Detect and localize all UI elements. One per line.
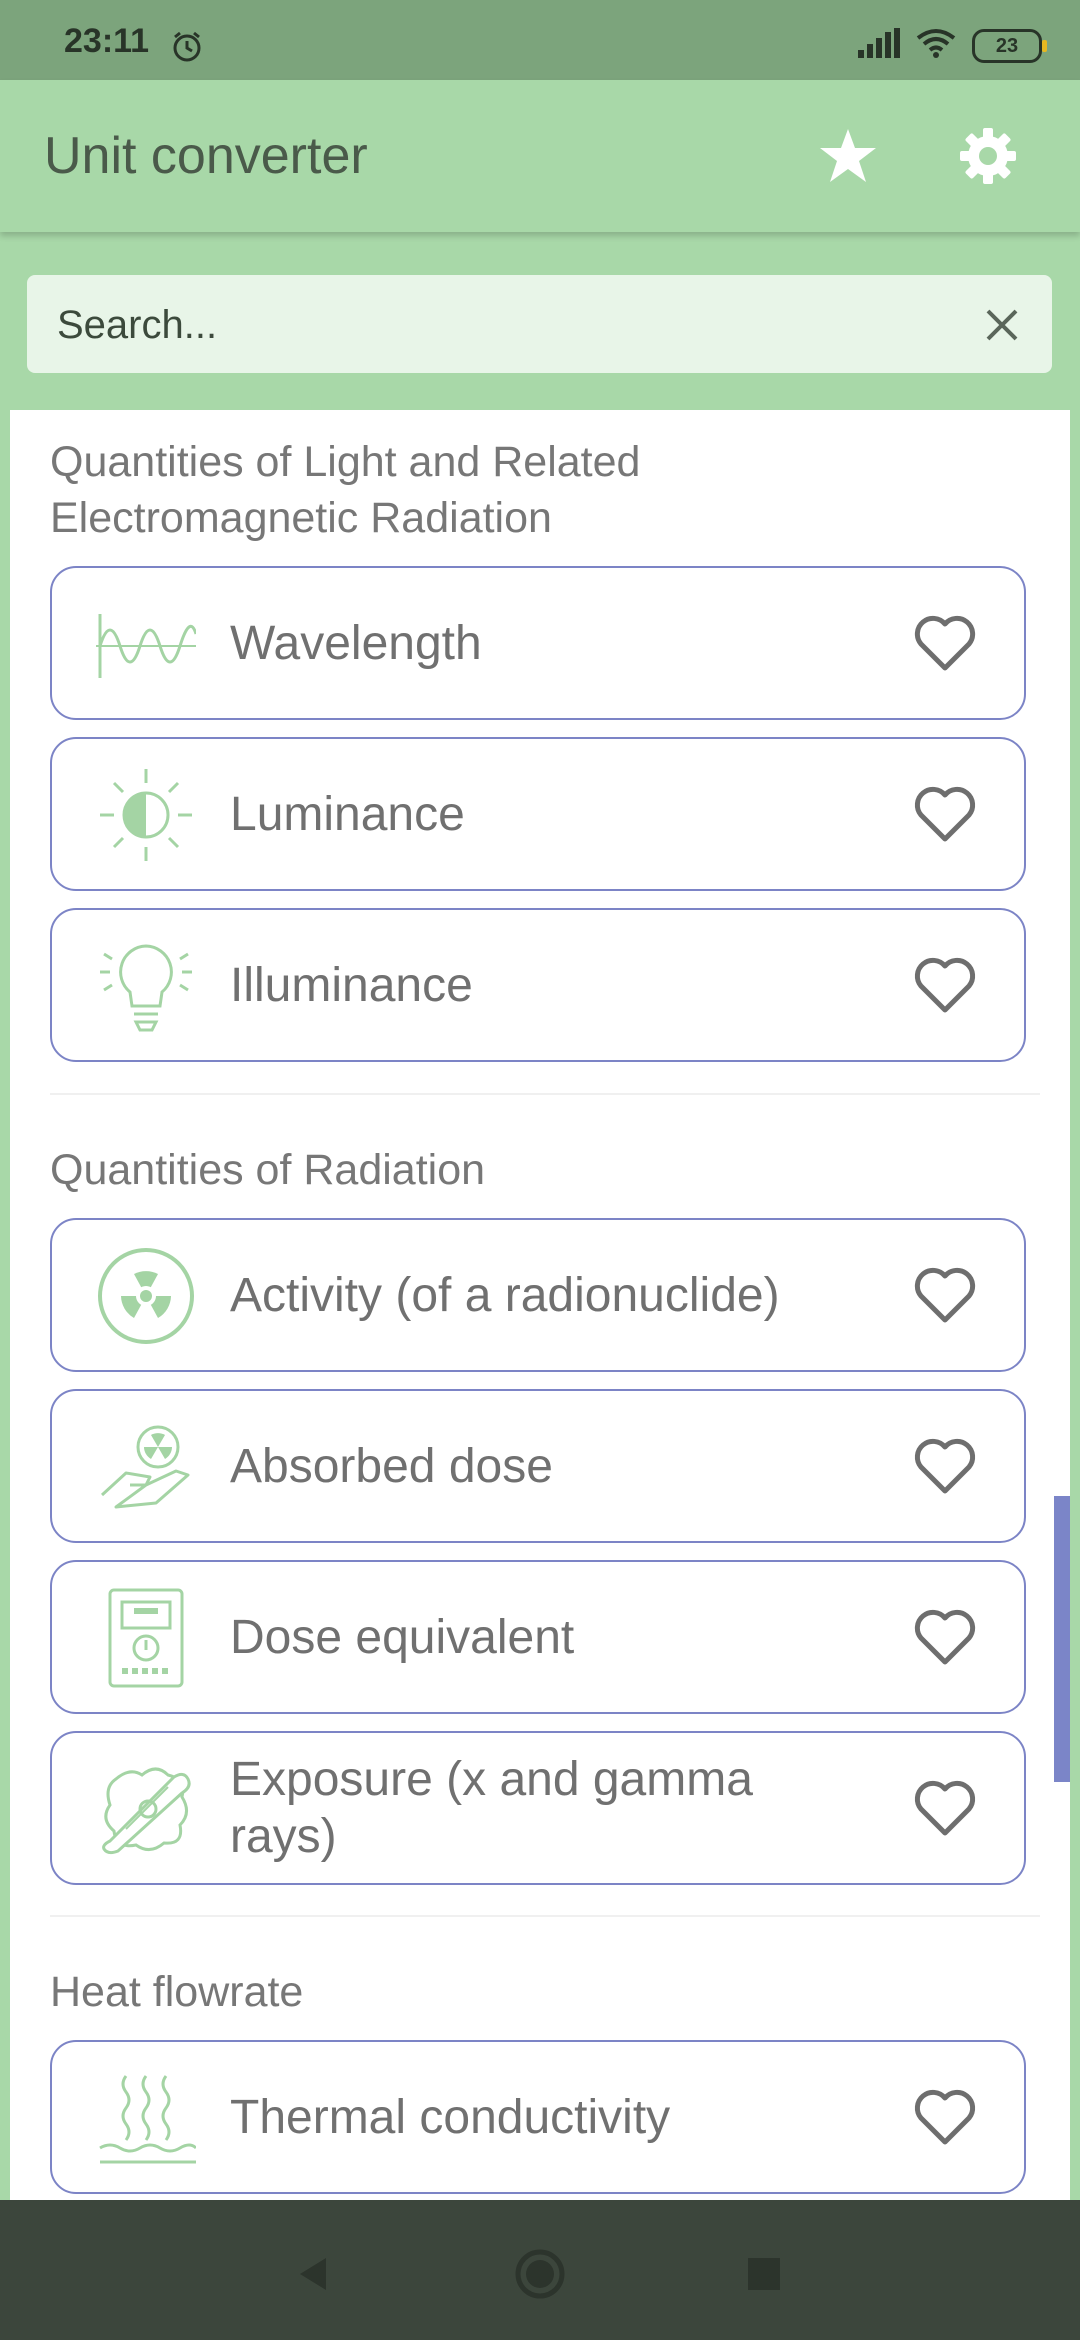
home-icon[interactable] — [510, 2244, 570, 2304]
battery-icon: 23 — [972, 28, 1047, 63]
section-title-light: Quantities of Light and Related Electrom… — [50, 438, 641, 542]
status-time: 23:11 — [64, 22, 150, 60]
luminance-icon — [96, 765, 196, 865]
radiation-icon — [96, 1246, 196, 1346]
heart-icon[interactable] — [914, 785, 976, 843]
heart-icon[interactable] — [914, 2088, 976, 2146]
list-item-wavelength[interactable]: Wavelength — [50, 566, 1026, 720]
item-label: Wavelength — [230, 616, 482, 670]
item-label: Thermal conductivity — [230, 2090, 671, 2144]
search-box — [27, 275, 1052, 373]
status-bar: 23:11 23 — [0, 0, 1080, 80]
system-nav-bar — [0, 2200, 1080, 2340]
section-divider — [50, 1093, 1040, 1095]
recents-icon[interactable] — [734, 2244, 794, 2304]
lightbulb-icon — [96, 936, 196, 1036]
list-item-activity[interactable]: Activity (of a radionuclide) — [50, 1218, 1026, 1372]
wavelength-icon — [96, 594, 198, 694]
item-label: Absorbed dose — [230, 1439, 553, 1493]
item-label: Illuminance — [230, 958, 473, 1012]
back-icon[interactable] — [284, 2244, 344, 2304]
heart-icon[interactable] — [914, 1608, 976, 1666]
heart-icon[interactable] — [914, 1437, 976, 1495]
hand-radiation-icon — [96, 1417, 196, 1517]
item-label: Exposure (x and gamma rays) — [230, 1753, 753, 1863]
xray-icon — [96, 1759, 196, 1859]
item-label: Activity (of a radionuclide) — [230, 1268, 780, 1322]
section-divider — [50, 1915, 1040, 1917]
list-item-exposure[interactable]: Exposure (x and gamma rays) — [50, 1731, 1026, 1885]
item-label: Dose equivalent — [230, 1610, 575, 1664]
heart-icon[interactable] — [914, 614, 976, 672]
section-title-heat: Heat flowrate — [50, 1968, 304, 2016]
close-icon[interactable] — [982, 305, 1022, 345]
gear-icon[interactable] — [956, 124, 1020, 188]
list-item-illuminance[interactable]: Illuminance — [50, 908, 1026, 1062]
item-label: Luminance — [230, 787, 465, 841]
section-title-radiation: Quantities of Radiation — [50, 1146, 486, 1194]
scrollbar-thumb[interactable] — [1054, 1496, 1070, 1782]
heat-waves-icon — [96, 2068, 198, 2168]
star-icon[interactable] — [816, 124, 880, 188]
alarm-icon — [170, 30, 204, 69]
list-item-dose-equivalent[interactable]: Dose equivalent — [50, 1560, 1026, 1714]
dosimeter-icon — [96, 1588, 196, 1688]
heart-icon[interactable] — [914, 1779, 976, 1837]
list-item-thermal-conductivity[interactable]: Thermal conductivity — [50, 2040, 1026, 2194]
search-input[interactable] — [55, 295, 959, 355]
unit-list[interactable]: Quantities of Light and Related Electrom… — [10, 410, 1070, 2200]
app-bar: Unit converter — [0, 80, 1080, 232]
app-title: Unit converter — [44, 127, 368, 185]
wifi-icon — [916, 28, 956, 63]
heart-icon[interactable] — [914, 956, 976, 1014]
list-item-absorbed-dose[interactable]: Absorbed dose — [50, 1389, 1026, 1543]
signal-icon — [858, 28, 900, 63]
heart-icon[interactable] — [914, 1266, 976, 1324]
list-item-luminance[interactable]: Luminance — [50, 737, 1026, 891]
status-icons: 23 — [858, 28, 1047, 63]
